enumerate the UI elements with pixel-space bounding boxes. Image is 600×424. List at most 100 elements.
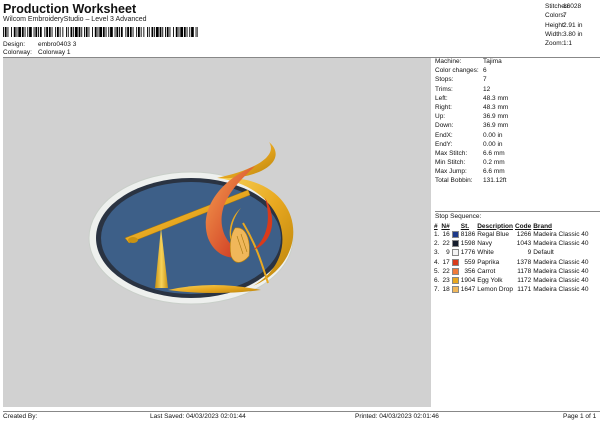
info-row-endx: EndX: 0.00 in: [435, 132, 600, 141]
barcode-bar: [151, 27, 154, 37]
info-value: 0.00 in: [483, 131, 503, 139]
barcode-bar: [99, 27, 102, 37]
barcode-bar: [132, 27, 134, 37]
summary-row-height: Height: 2.91 in: [543, 22, 600, 31]
color-description: Lemon Drop: [477, 286, 513, 294]
thread-brand: Default: [533, 249, 554, 257]
barcode-bar: [140, 27, 142, 37]
info-label: Down:: [435, 122, 454, 130]
info-row-up: Up: 36.9 mm: [435, 113, 600, 122]
barcode-bar: [35, 27, 38, 37]
barcode-bar: [29, 27, 32, 37]
color-swatch: [451, 258, 460, 267]
footer-created-by: Created By:: [3, 413, 38, 420]
software-subtitle: Wilcom EmbroideryStudio – Level 3 Advanc…: [3, 16, 147, 23]
stop-sequence-title: Stop Sequence:: [435, 213, 482, 220]
summary-value: 16028: [563, 3, 582, 10]
info-value: Tajima: [483, 58, 502, 65]
thread-color-swatch: [451, 286, 459, 294]
barcode-bar: [156, 27, 159, 37]
barcode-bar: [147, 27, 148, 37]
barcode-bar: [195, 27, 197, 37]
info-value: 12: [483, 85, 491, 93]
barcode-bar: [27, 27, 29, 37]
info-row-machine: Machine: Tajima: [435, 58, 600, 67]
summary-panel: Stitches: 16028 Colors: 7 Height: 2.91 in W…: [543, 3, 600, 49]
barcode-bar: [178, 27, 180, 37]
barcode-bar: [102, 27, 105, 37]
barcode-bar: [85, 27, 88, 37]
table-row: 2. 22 1598 Navy 1043 Madeira Classic 40: [433, 239, 590, 248]
barcode-bar: [13, 27, 16, 37]
table-header-row: # N# St. Description Code Brand: [433, 222, 590, 230]
thread-color-swatch: [451, 249, 459, 257]
color-swatch: [451, 276, 460, 285]
color-description: Egg Yolk: [477, 277, 503, 285]
barcode-bar: [70, 27, 73, 37]
thread-brand: Madeira Classic 40: [533, 277, 589, 285]
color-description: Paprika: [477, 258, 500, 266]
barcode-bar: [18, 27, 21, 37]
col-header: Description: [477, 222, 513, 230]
barcode-bar: [125, 27, 127, 37]
stop-sequence-divider: [435, 211, 600, 212]
info-row-stops: Stops: 7: [435, 76, 600, 85]
thread-color-swatch: [451, 230, 459, 238]
barcode-bar: [92, 27, 93, 37]
barcode-bar: [44, 27, 46, 37]
col-header: [451, 222, 460, 230]
color-swatch: [451, 239, 460, 248]
design-label: Design:: [3, 41, 26, 48]
summary-label: Zoom:: [545, 40, 564, 48]
barcode-bar: [94, 27, 97, 37]
thread-color-swatch: [451, 276, 459, 284]
needle-number: 17: [442, 258, 450, 266]
col-header: #: [434, 222, 438, 230]
barcode-bar: [173, 27, 174, 37]
barcode-bar: [110, 27, 113, 37]
barcode-bar: [39, 27, 42, 37]
barcode-bar: [73, 27, 75, 37]
info-value: 6.6 mm: [483, 149, 505, 157]
barcode-bar: [143, 27, 145, 37]
info-value: 6: [483, 67, 487, 75]
barcode-bar: [138, 27, 140, 37]
info-label: Max Jump:: [435, 168, 467, 176]
barcode-bar: [66, 27, 67, 37]
color-swatch: [451, 230, 460, 239]
colorway-label: Colorway:: [3, 49, 32, 56]
barcode-bar: [81, 27, 83, 37]
barcode-bar: [46, 27, 48, 37]
thread-code: 1171: [517, 286, 532, 294]
info-value: 131.12ft: [483, 177, 507, 185]
info-label: EndX:: [435, 131, 453, 139]
barcode-bar: [180, 27, 183, 37]
embroidery-design-image: [88, 142, 294, 305]
barcode-bar: [105, 27, 107, 37]
info-row-total-bobbin: Total Bobbin: 131.12ft: [435, 177, 600, 186]
thread-code: 1378: [516, 258, 532, 266]
design-preview: [3, 58, 431, 407]
info-value: 36.9 mm: [483, 113, 509, 121]
info-row-trims: Trims: 12: [435, 86, 600, 95]
stitch-count: 1598: [460, 240, 476, 248]
info-value: 48.3 mm: [483, 103, 509, 111]
info-label: Total Bobbin:: [435, 177, 473, 185]
thread-color-swatch: [451, 267, 459, 275]
footer-last-saved: Last Saved: 04/03/2023 02:01:44: [150, 413, 246, 420]
thread-brand: Madeira Classic 40: [533, 286, 589, 294]
barcode-bar: [24, 27, 26, 37]
summary-value: 3.80 in: [563, 30, 583, 38]
col-header: N#: [441, 222, 450, 230]
page-title: Production Worksheet: [3, 2, 137, 16]
thread-code: 1266: [516, 231, 532, 239]
footer-page-number: Page 1 of 1: [563, 413, 597, 420]
table-row: 3. 9 1776 White 9 Default: [433, 248, 590, 257]
table-row: 1. 16 8186 Regal Blue 1266 Madeira Classic 40: [433, 230, 590, 239]
info-value: 6.6 mm: [483, 168, 505, 176]
table-row: 6. 23 1904 Egg Yolk 1172 Madeira Classic 40: [433, 276, 590, 285]
stop-number: 7.: [434, 286, 440, 294]
info-value: 48.3 mm: [483, 94, 509, 102]
info-label: Machine:: [435, 58, 462, 65]
thread-code: 1178: [517, 267, 532, 275]
